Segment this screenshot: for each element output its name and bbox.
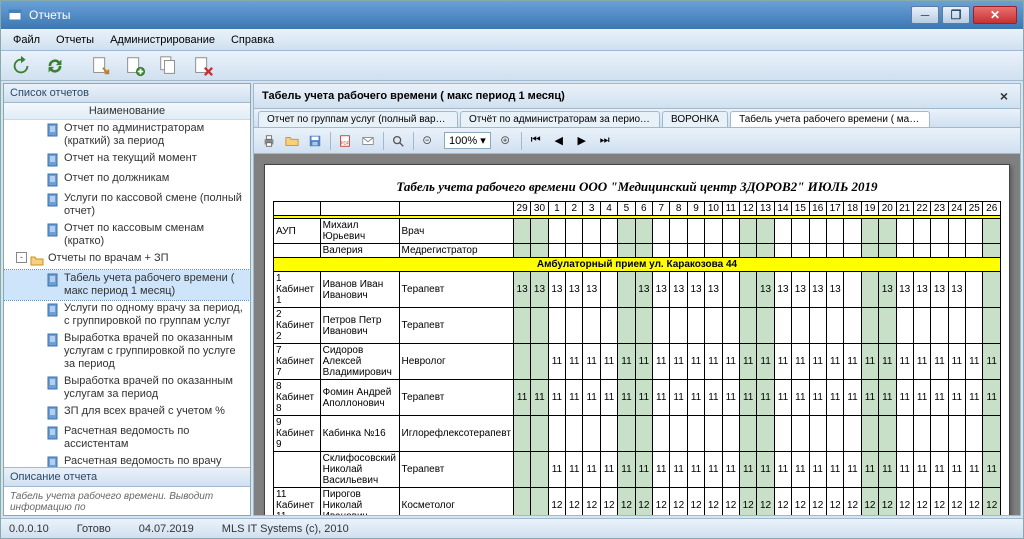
report-icon [45, 222, 61, 238]
email-button[interactable] [357, 131, 379, 151]
tree-label: Расчетная ведомость по ассистентам [64, 425, 246, 451]
tab[interactable]: Отчёт по администраторам за период по дн… [460, 111, 660, 127]
report-page: Табель учета рабочего времени ООО "Медиц… [264, 164, 1010, 516]
report-icon [45, 172, 61, 188]
report-icon [45, 192, 61, 208]
status-state: Готово [77, 523, 111, 535]
tree-label: Отчет по должникам [64, 172, 246, 185]
next-page-button[interactable]: ▶ [571, 131, 593, 151]
app-icon [7, 7, 23, 23]
tree-item[interactable]: Отчет по должникам [4, 170, 250, 190]
report-icon [45, 455, 61, 467]
pane-title: Табель учета рабочего времени ( макс пер… [262, 90, 565, 102]
viewer-toolbar: PDF 100% ▾ ⏮ ◀ ▶ ⏭ [253, 128, 1021, 154]
svg-text:PDF: PDF [341, 140, 350, 145]
desc-header: Описание отчета [4, 468, 250, 487]
titlebar: Отчеты ─ ❐ ✕ [1, 1, 1023, 29]
report-table: 2930123456789101112131415161718192021222… [273, 201, 1001, 516]
tree-item[interactable]: Отчет по кассовым сменам (кратко) [4, 220, 250, 250]
tab-row: Отчет по группам услуг (полный вариант)О… [253, 109, 1021, 128]
pane-title-bar: Табель учета рабочего времени ( макс пер… [253, 83, 1021, 109]
export-pdf-button[interactable]: PDF [334, 131, 356, 151]
tab[interactable]: Отчет по группам услуг (полный вариант) [258, 111, 458, 127]
minimize-button[interactable]: ─ [911, 6, 939, 24]
tab[interactable]: Табель учета рабочего времени ( макс пер… [730, 111, 930, 127]
zoom-in-button[interactable] [495, 131, 517, 151]
refresh-button[interactable] [5, 53, 37, 79]
first-page-button[interactable]: ⏮ [525, 131, 547, 151]
report-icon [45, 152, 61, 168]
tree-item[interactable]: Табель учета рабочего времени ( макс пер… [4, 270, 250, 300]
menu-admin[interactable]: Администрирование [102, 31, 223, 49]
tree-item[interactable]: Услуги по кассовой смене (полный отчет) [4, 190, 250, 220]
report-icon [45, 375, 61, 391]
zoom-out-button[interactable] [417, 131, 439, 151]
status-version: 0.0.0.10 [9, 523, 49, 535]
tree-label: Услуги по кассовой смене (полный отчет) [64, 192, 246, 218]
tree-item[interactable]: Расчетная ведомость по ассистентам [4, 423, 250, 453]
left-header: Список отчетов [4, 84, 250, 103]
tree-item[interactable]: - Отчеты по врачам + ЗП [4, 250, 250, 270]
zoom-combo[interactable]: 100% ▾ [444, 132, 491, 149]
last-page-button[interactable]: ⏭ [594, 131, 616, 151]
tree-item[interactable]: Отчет по администраторам (краткий) за пе… [4, 120, 250, 150]
folder-icon [29, 252, 45, 268]
tree-label: Табель учета рабочего времени ( макс пер… [64, 272, 246, 298]
pane-close-button[interactable]: × [996, 88, 1012, 104]
report-icon [45, 425, 61, 441]
tree-label: ЗП для всех врачей с учетом % [64, 405, 246, 418]
desc-text: Табель учета рабочего времени. Выводит и… [4, 487, 250, 515]
main-toolbar [1, 51, 1023, 81]
menu-help[interactable]: Справка [223, 31, 282, 49]
tree-expander[interactable]: - [16, 252, 27, 263]
report-tree[interactable]: Отчет по администраторам (краткий) за пе… [4, 120, 250, 467]
find-button[interactable] [387, 131, 409, 151]
print-button[interactable] [258, 131, 280, 151]
tree-item[interactable]: Выработка врачей по оказанным услугам с … [4, 330, 250, 373]
tree-label: Расчетная ведомость по врачу [64, 455, 246, 467]
report-edit-button[interactable] [85, 53, 117, 79]
report-copy-button[interactable] [153, 53, 185, 79]
refresh-all-button[interactable] [39, 53, 71, 79]
tree-label: Выработка врачей по оказанным услугам за… [64, 375, 246, 401]
report-icon [45, 302, 61, 318]
report-add-button[interactable] [119, 53, 151, 79]
report-icon [45, 332, 61, 348]
tree-label: Отчет по кассовым сменам (кратко) [64, 222, 246, 248]
status-date: 04.07.2019 [139, 523, 194, 535]
report-icon [45, 272, 61, 288]
close-button[interactable]: ✕ [973, 6, 1017, 24]
tree-label: Выработка врачей по оказанным услугам с … [64, 332, 246, 371]
tree-label: Отчет на текущий момент [64, 152, 246, 165]
tree-label: Отчет по администраторам (краткий) за пе… [64, 122, 246, 148]
tree-label: Отчеты по врачам + ЗП [48, 252, 246, 265]
report-delete-button[interactable] [187, 53, 219, 79]
window-title: Отчеты [29, 8, 70, 22]
tree-item[interactable]: ЗП для всех врачей с учетом % [4, 403, 250, 423]
tree-label: Услуги по одному врачу за период, с груп… [64, 302, 246, 328]
tree-item[interactable]: Расчетная ведомость по врачу [4, 453, 250, 467]
maximize-button[interactable]: ❐ [942, 6, 970, 24]
status-copy: MLS IT Systems (c), 2010 [222, 523, 349, 535]
menubar: Файл Отчеты Администрирование Справка [1, 29, 1023, 51]
report-icon [45, 405, 61, 421]
report-title: Табель учета рабочего времени ООО "Медиц… [273, 173, 1001, 201]
tree-item[interactable]: Отчет на текущий момент [4, 150, 250, 170]
tree-item[interactable]: Выработка врачей по оказанным услугам за… [4, 373, 250, 403]
tab[interactable]: ВОРОНКА [662, 111, 728, 127]
tree-item[interactable]: Услуги по одному врачу за период, с груп… [4, 300, 250, 330]
prev-page-button[interactable]: ◀ [548, 131, 570, 151]
menu-reports[interactable]: Отчеты [48, 31, 102, 49]
tree-column-header: Наименование [4, 103, 250, 120]
report-area[interactable]: Табель учета рабочего времени ООО "Медиц… [253, 154, 1021, 516]
report-icon [45, 122, 61, 138]
statusbar: 0.0.0.10 Готово 04.07.2019 MLS IT System… [1, 518, 1023, 538]
menu-file[interactable]: Файл [5, 31, 48, 49]
open-button[interactable] [281, 131, 303, 151]
save-button[interactable] [304, 131, 326, 151]
